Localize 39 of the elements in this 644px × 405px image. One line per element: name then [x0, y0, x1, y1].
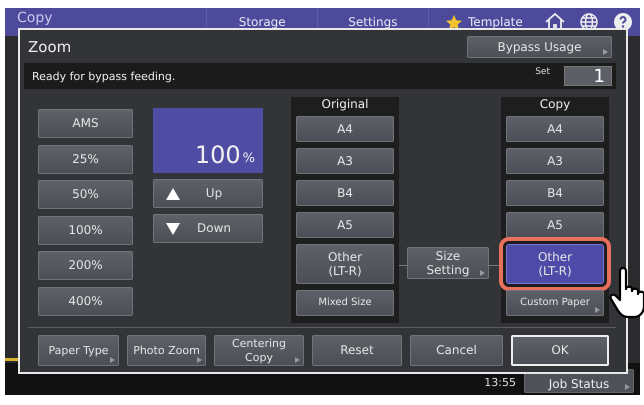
screen-title: Copy [16, 10, 54, 26]
zoom-preset-button[interactable]: 100% [38, 216, 133, 244]
paper-size-button[interactable]: Custom Paper [506, 290, 604, 316]
set-label: Set [535, 67, 550, 77]
size-setting-button[interactable]: Size Setting [407, 247, 489, 279]
footer-button[interactable]: Cancel [410, 335, 503, 366]
bypass-usage-button[interactable]: Bypass Usage [467, 36, 612, 58]
panel-heading: Copy [538, 97, 572, 110]
set-count-field: 1 [564, 66, 612, 86]
zoom-down-button[interactable]: Down [153, 214, 263, 243]
paper-size-button[interactable]: A3 [296, 148, 394, 174]
paper-size-button[interactable]: A4 [296, 116, 394, 142]
zoom-up-button[interactable]: Up [153, 179, 263, 208]
zoom-preset-button[interactable]: 400% [38, 286, 133, 316]
paper-size-button[interactable]: B4 [506, 180, 604, 206]
paper-size-button[interactable]: A5 [506, 212, 604, 238]
zoom-preset-button[interactable]: 50% [38, 180, 133, 209]
zoom-preset-button[interactable]: 200% [38, 251, 133, 280]
footer-button[interactable]: Photo Zoom [127, 335, 206, 366]
down-triangle-icon [166, 222, 180, 234]
footer-button[interactable]: Paper Type [38, 335, 119, 366]
paper-size-button[interactable]: A5 [296, 212, 394, 238]
paper-size-button[interactable]: B4 [296, 180, 394, 206]
paper-size-button[interactable]: A4 [506, 116, 604, 142]
paper-size-button[interactable]: A3 [506, 148, 604, 174]
paper-size-button[interactable]: Mixed Size [296, 290, 394, 316]
clock-time: 13:55 [484, 376, 516, 389]
zoom-preset-button[interactable]: 25% [38, 144, 133, 174]
footer-button[interactable]: Reset [312, 335, 402, 366]
footer-button[interactable]: OK [511, 335, 609, 366]
status-message: Ready for bypass feeding. [32, 70, 176, 82]
zoom-unit: % [242, 151, 255, 166]
paper-size-button[interactable]: Other (LT-R) [296, 244, 394, 284]
footer-button[interactable]: Centering Copy [214, 335, 304, 366]
up-triangle-icon [166, 188, 180, 200]
zoom-preset-button[interactable]: AMS [38, 109, 133, 138]
zoom-value: 100 [194, 141, 241, 169]
panel-heading: Original [320, 97, 370, 110]
dialog-title: Zoom [28, 38, 72, 56]
